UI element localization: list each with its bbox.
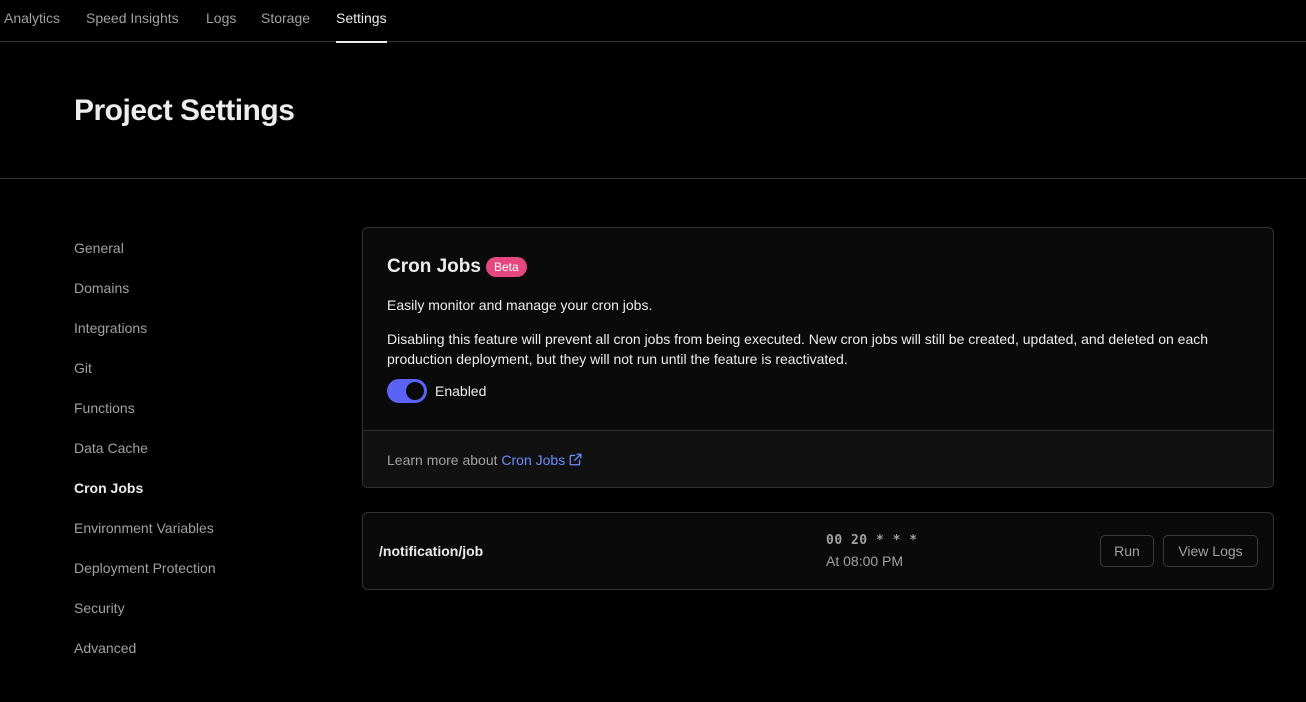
sidebar-item-environment-variables[interactable]: Environment Variables [74, 518, 214, 538]
card-warning-text: Disabling this feature will prevent all … [387, 331, 1209, 367]
external-link-icon [569, 453, 582, 466]
footer-text: Learn more about Cron Jobs [387, 452, 582, 468]
cron-jobs-docs-link[interactable]: Cron Jobs [501, 452, 582, 468]
beta-badge: Beta [486, 257, 527, 277]
card-title: Cron Jobs [387, 256, 481, 277]
tab-settings[interactable]: Settings [336, 0, 387, 43]
docs-link-label: Cron Jobs [501, 452, 566, 468]
sidebar-item-general[interactable]: General [74, 238, 124, 258]
sidebar-item-data-cache[interactable]: Data Cache [74, 438, 148, 458]
card-footer: Learn more about Cron Jobs [363, 430, 1273, 487]
sidebar-item-git[interactable]: Git [74, 358, 92, 378]
sidebar-item-cron-jobs[interactable]: Cron Jobs [74, 478, 143, 498]
job-schedule: 00 20 * * * [826, 533, 918, 548]
sidebar-item-deployment-protection[interactable]: Deployment Protection [74, 558, 216, 578]
page-header: Project Settings [0, 42, 1306, 179]
view-logs-button[interactable]: View Logs [1163, 535, 1258, 567]
toggle-label: Enabled [435, 383, 487, 399]
tab-logs[interactable]: Logs [206, 0, 236, 42]
toggle-knob [406, 382, 424, 400]
sidebar-item-domains[interactable]: Domains [74, 278, 129, 298]
cron-job-row: /notification/job 00 20 * * * At 08:00 P… [362, 512, 1274, 590]
tab-storage[interactable]: Storage [261, 0, 310, 42]
enable-cron-toggle[interactable] [387, 379, 427, 403]
sidebar-item-security[interactable]: Security [74, 598, 125, 618]
sidebar-item-advanced[interactable]: Advanced [74, 638, 136, 658]
card-description: Easily monitor and manage your cron jobs… [387, 297, 653, 313]
cron-jobs-card: Cron Jobs Beta Easily monitor and manage… [362, 227, 1274, 488]
job-schedule-readable: At 08:00 PM [826, 553, 904, 569]
top-nav: Analytics Speed Insights Logs Storage Se… [0, 0, 1306, 43]
page-title: Project Settings [74, 94, 295, 127]
run-button[interactable]: Run [1100, 535, 1154, 567]
job-path: /notification/job [379, 543, 484, 559]
tab-speed-insights[interactable]: Speed Insights [86, 0, 179, 42]
sidebar-item-integrations[interactable]: Integrations [74, 318, 147, 338]
sidebar-item-functions[interactable]: Functions [74, 398, 135, 418]
tab-analytics[interactable]: Analytics [4, 0, 60, 42]
footer-prefix: Learn more about [387, 452, 502, 468]
